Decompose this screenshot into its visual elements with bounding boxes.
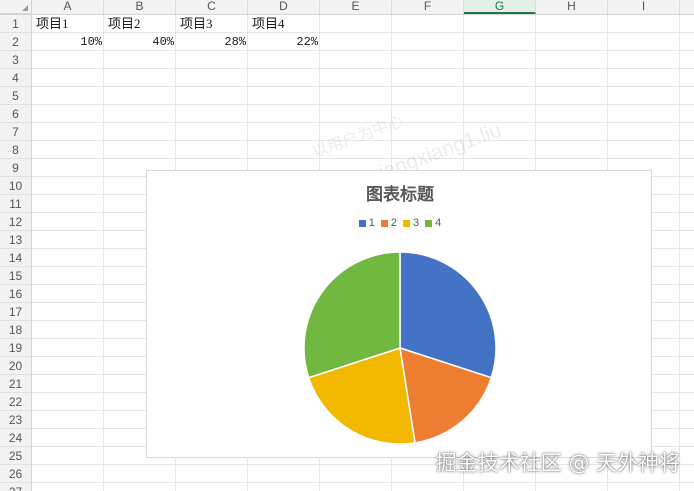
row-header-12[interactable]: 12 [0, 213, 32, 231]
row-header-4[interactable]: 4 [0, 69, 32, 87]
row-header-1[interactable]: 1 [0, 15, 32, 33]
grid-hline [32, 68, 694, 69]
row-header-9[interactable]: 9 [0, 159, 32, 177]
row-header-22[interactable]: 22 [0, 393, 32, 411]
row-header-19[interactable]: 19 [0, 339, 32, 357]
row-header-13[interactable]: 13 [0, 231, 32, 249]
spreadsheet: ABCDEFGHI 1 2 3 4 5 6 7 8 9 10 11 12 13 14 15 16 17 18 19 2… [0, 0, 694, 491]
pie-svg [303, 251, 497, 445]
grid-hline [32, 158, 694, 159]
row-header-21[interactable]: 21 [0, 375, 32, 393]
column-header-f[interactable]: F [392, 0, 464, 14]
column-header-i[interactable]: I [608, 0, 680, 14]
cell-A2[interactable]: 10% [32, 33, 102, 51]
row-header-15[interactable]: 15 [0, 267, 32, 285]
cell-A1[interactable]: 项目1 [36, 15, 104, 33]
cell-B2[interactable]: 40% [104, 33, 174, 51]
column-header-h[interactable]: H [536, 0, 608, 14]
grid-hline [32, 482, 694, 483]
row-header-5[interactable]: 5 [0, 87, 32, 105]
row-header-27[interactable]: 27 [0, 483, 32, 491]
grid-hline [32, 122, 694, 123]
row-header-24[interactable]: 24 [0, 429, 32, 447]
column-header-b[interactable]: B [104, 0, 176, 14]
row-header-6[interactable]: 6 [0, 105, 32, 123]
row-header-14[interactable]: 14 [0, 249, 32, 267]
column-header-d[interactable]: D [248, 0, 320, 14]
cell-D2[interactable]: 22% [248, 33, 318, 51]
row-header-16[interactable]: 16 [0, 285, 32, 303]
row-header-11[interactable]: 11 [0, 195, 32, 213]
grid-hline [32, 104, 694, 105]
row-header-23[interactable]: 23 [0, 411, 32, 429]
footer-watermark: 掘金技术社区 @ 天外神将 [435, 451, 680, 475]
row-header-26[interactable]: 26 [0, 465, 32, 483]
cell-B1[interactable]: 项目2 [108, 15, 176, 33]
row-header-10[interactable]: 10 [0, 177, 32, 195]
column-header-g[interactable]: G [464, 0, 536, 14]
column-header-e[interactable]: E [320, 0, 392, 14]
row-header-7[interactable]: 7 [0, 123, 32, 141]
grid-hline [32, 140, 694, 141]
row-header-25[interactable]: 25 [0, 447, 32, 465]
column-header-a[interactable]: A [32, 0, 104, 14]
select-all-triangle-icon [22, 5, 28, 11]
row-header-2[interactable]: 2 [0, 33, 32, 51]
row-header-8[interactable]: 8 [0, 141, 32, 159]
grid-hline [32, 86, 694, 87]
cell-C2[interactable]: 28% [176, 33, 246, 51]
cell-D1[interactable]: 项目4 [252, 15, 320, 33]
row-header-20[interactable]: 20 [0, 357, 32, 375]
pie-chart[interactable]: 图表标题 1234 [146, 170, 652, 458]
row-header-17[interactable]: 17 [0, 303, 32, 321]
row-header-3[interactable]: 3 [0, 51, 32, 69]
select-all-corner[interactable] [0, 0, 32, 14]
column-header-c[interactable]: C [176, 0, 248, 14]
cell-C1[interactable]: 项目3 [180, 15, 248, 33]
row-header-18[interactable]: 18 [0, 321, 32, 339]
